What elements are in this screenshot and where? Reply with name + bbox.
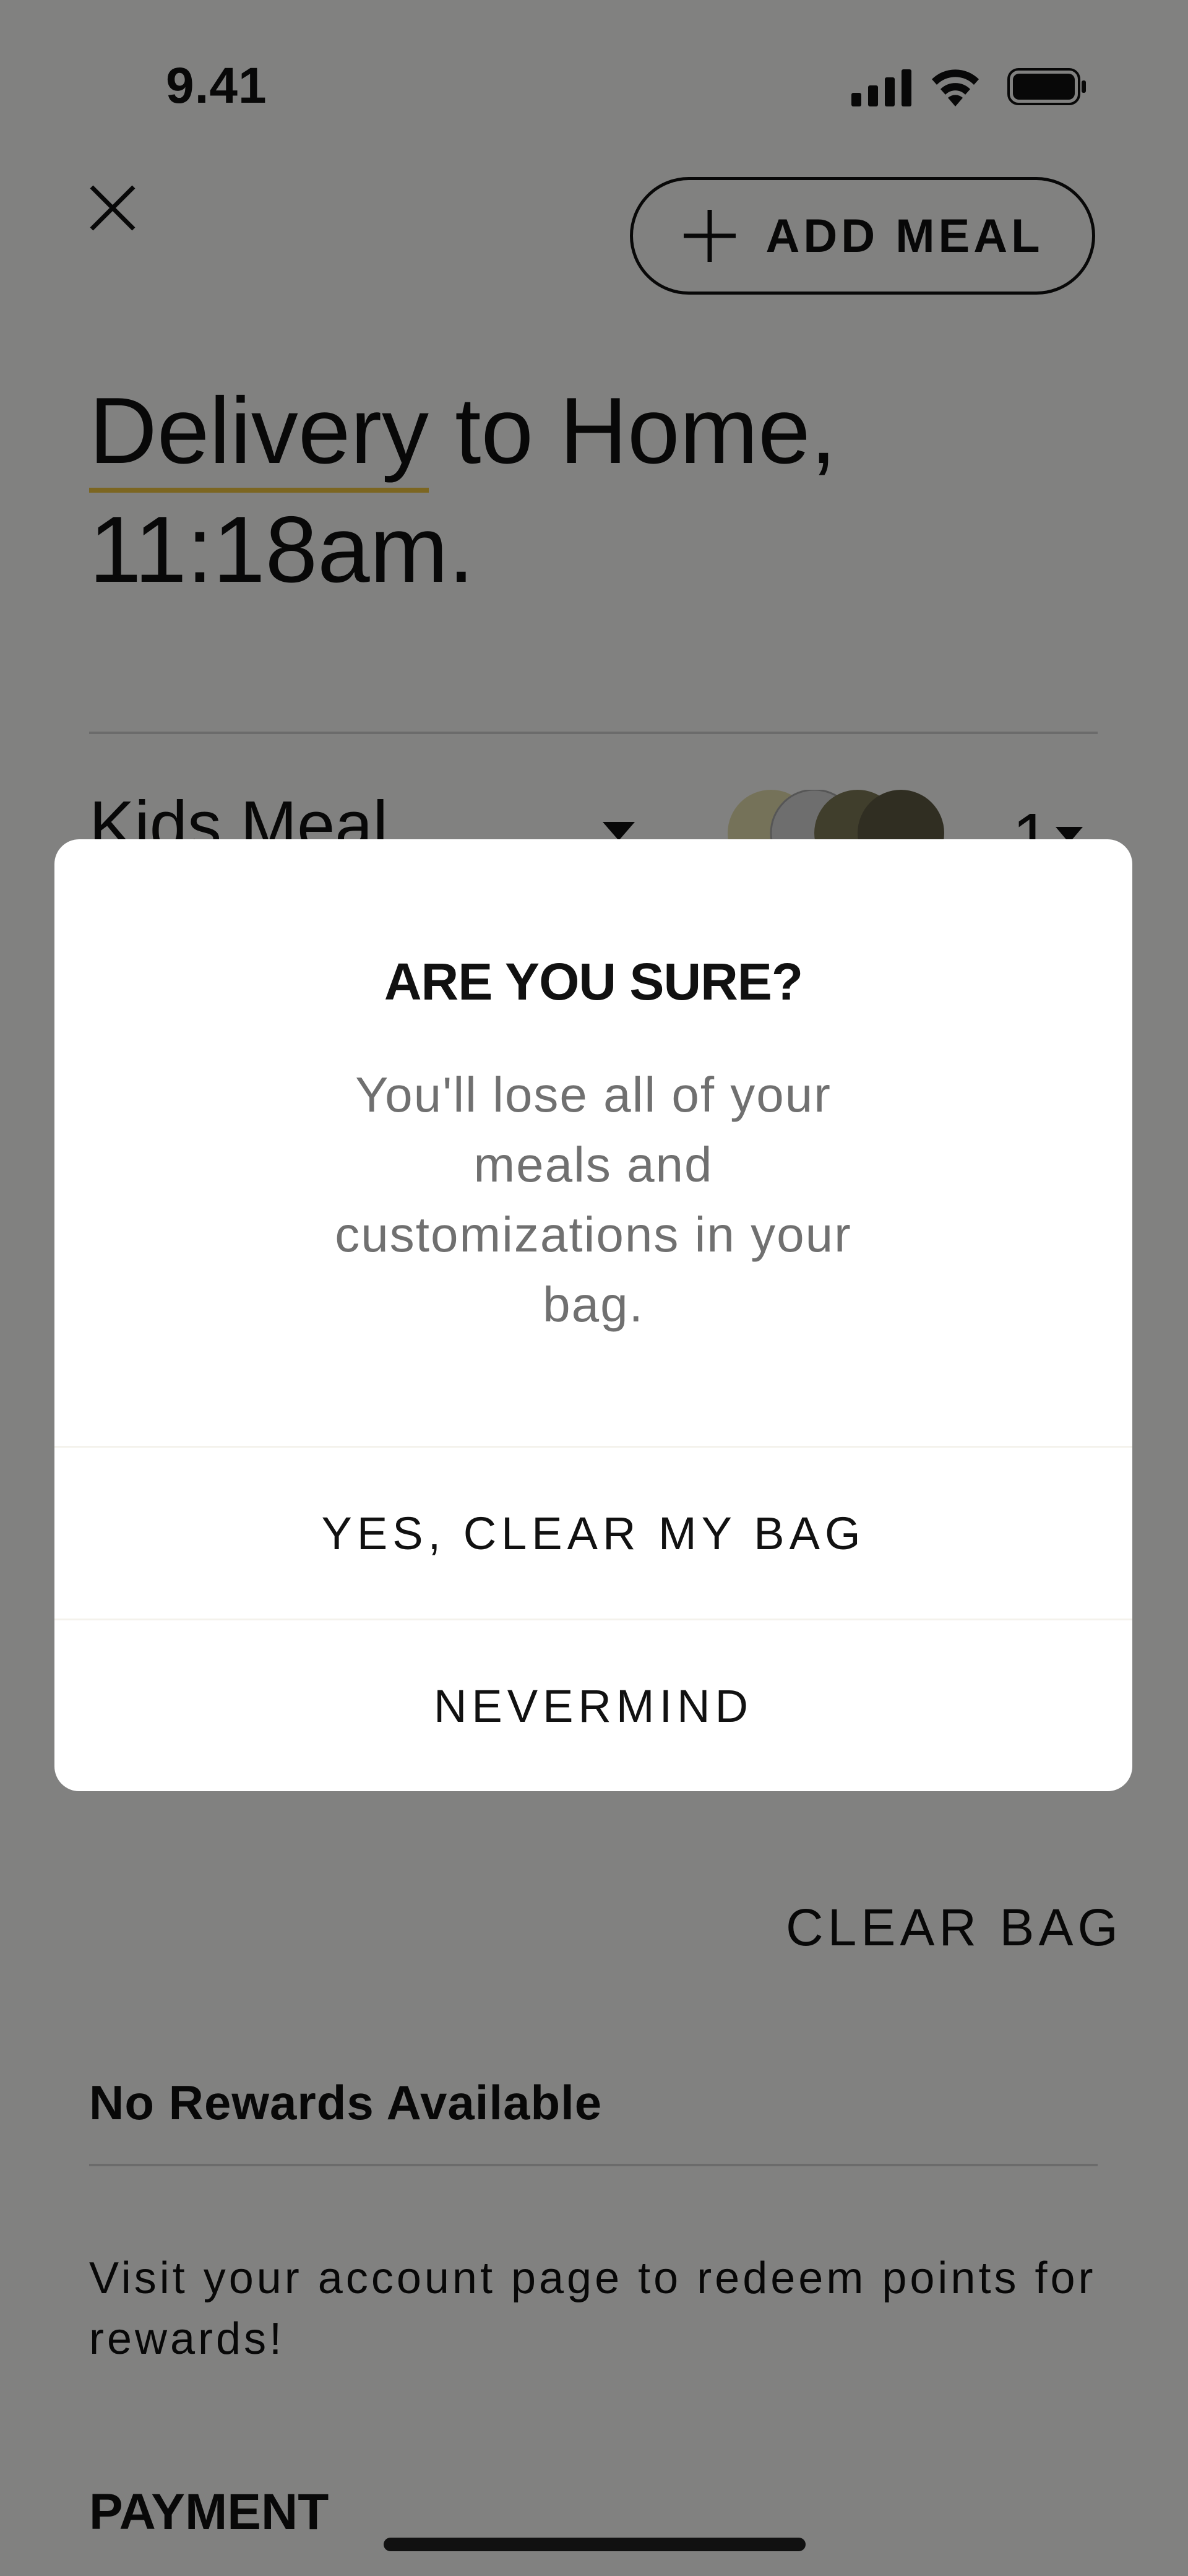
confirm-clear-button[interactable]: YES, CLEAR MY BAG bbox=[54, 1448, 1132, 1619]
home-indicator[interactable] bbox=[384, 2538, 806, 2551]
dialog-title: ARE YOU SURE? bbox=[384, 953, 803, 1011]
clear-bag-dialog: ARE YOU SURE? You'll lose all of your me… bbox=[54, 839, 1132, 1791]
dialog-message: You'll lose all of your meals and custom… bbox=[335, 1067, 852, 1332]
cancel-button[interactable]: NEVERMIND bbox=[54, 1620, 1132, 1791]
